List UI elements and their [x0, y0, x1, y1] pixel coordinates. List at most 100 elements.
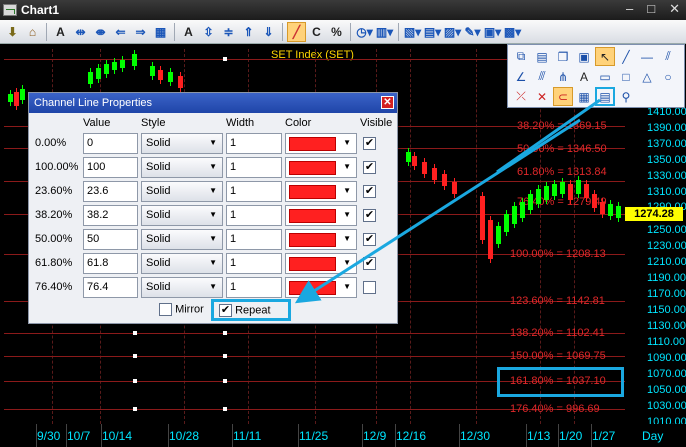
close-button[interactable]: ✕ [669, 1, 680, 17]
line-color-picker[interactable]: ▼ [285, 229, 357, 250]
level-value-input[interactable]: 23.6 [83, 181, 138, 202]
line-width-input[interactable]: 1 [226, 205, 282, 226]
repeat-checkbox[interactable]: ✔ [219, 304, 232, 317]
compress-vertical-icon[interactable]: ≑ [219, 22, 238, 42]
rectangle-icon[interactable]: □ [616, 67, 636, 86]
layout-icon[interactable]: ▤▾ [423, 22, 442, 42]
line-color-picker[interactable]: ▼ [285, 277, 357, 298]
minimize-button[interactable]: – [626, 1, 633, 17]
visible-checkbox[interactable]: ✔ [363, 209, 376, 222]
maximize-button[interactable]: □ [647, 1, 655, 17]
line-style-select[interactable]: Solid ▼ [141, 229, 223, 250]
visible-checkbox[interactable]: ✔ [363, 257, 376, 270]
text-tool-icon[interactable]: A [574, 67, 594, 86]
line-width-input[interactable]: 1 [226, 253, 282, 274]
line-style-select[interactable]: Solid ▼ [141, 157, 223, 178]
magnet-icon[interactable]: ⊂ [553, 87, 573, 106]
chart-type-icon[interactable]: C [307, 22, 326, 42]
line-handle[interactable] [133, 379, 137, 383]
scroll-left-icon[interactable]: ⇐ [111, 22, 130, 42]
draw-line-icon[interactable]: ╱ [287, 21, 306, 42]
line-style-select[interactable]: Solid ▼ [141, 277, 223, 298]
line-width-input[interactable]: 1 [226, 133, 282, 154]
visible-checkbox[interactable]: ✔ [363, 137, 376, 150]
pin-icon[interactable]: ⬇ [3, 22, 22, 42]
font-icon[interactable]: A [51, 22, 70, 42]
angle-line-icon[interactable]: ∠ [511, 67, 531, 86]
line-color-picker[interactable]: ▼ [285, 181, 357, 202]
line-width-input[interactable]: 1 [226, 277, 282, 298]
ellipse-icon[interactable]: ○ [658, 67, 678, 86]
zoom-out-horizontal-icon[interactable]: ⇼ [91, 22, 110, 42]
line-style-select[interactable]: Solid ▼ [141, 205, 223, 226]
level-value-input[interactable]: 76.4 [83, 277, 138, 298]
visible-checkbox[interactable]: ✔ [363, 185, 376, 198]
home-icon[interactable]: ⌂ [23, 22, 42, 42]
triangle-icon[interactable]: △ [637, 67, 657, 86]
line-handle[interactable] [223, 331, 227, 335]
pointer-icon[interactable]: ↖ [595, 47, 615, 66]
repeat-option[interactable]: ✔ Repeat [211, 299, 291, 321]
mirror-checkbox[interactable] [159, 303, 172, 316]
delete-line-icon[interactable]: ⤫ [511, 87, 531, 106]
line-handle[interactable] [223, 354, 227, 358]
line-color-picker[interactable]: ▼ [285, 157, 357, 178]
duplicate-icon[interactable]: ❐ [553, 47, 573, 66]
image-icon[interactable]: ▣ [574, 47, 594, 66]
grid-icon[interactable]: ▦ [151, 22, 170, 42]
horizontal-line-icon[interactable]: ― [637, 47, 657, 66]
line-color-picker[interactable]: ▼ [285, 253, 357, 274]
line-handle[interactable] [223, 379, 227, 383]
level-value-input[interactable]: 100 [83, 157, 138, 178]
callout-icon[interactable]: ▭ [595, 67, 615, 86]
zoom-icon[interactable]: ⚲ [616, 87, 636, 106]
line-handle[interactable] [133, 407, 137, 411]
line-color-picker[interactable]: ▼ [285, 205, 357, 226]
line-tool-icon[interactable]: ╱ [616, 47, 636, 66]
expand-vertical-icon[interactable]: ⇳ [199, 22, 218, 42]
level-value-input[interactable]: 0 [83, 133, 138, 154]
channel-line-icon[interactable]: ⫻ [532, 67, 552, 86]
scroll-down-icon[interactable]: ⇓ [259, 22, 278, 42]
grid-toggle-icon[interactable]: ▦ [574, 87, 594, 106]
paste-icon[interactable]: ▤ [532, 47, 552, 66]
properties-icon[interactable]: ▤ [595, 87, 615, 106]
parallel-line-icon[interactable]: ⫽ [658, 47, 678, 66]
template-icon[interactable]: ▨▾ [443, 22, 462, 42]
level-value-input[interactable]: 38.2 [83, 205, 138, 226]
export-icon[interactable]: ▣▾ [483, 22, 502, 42]
dialog-close-button[interactable]: ✕ [381, 96, 394, 109]
visible-checkbox[interactable] [363, 281, 376, 294]
line-handle[interactable] [133, 331, 137, 335]
delete-all-icon[interactable]: ✕ [532, 87, 552, 106]
visible-checkbox[interactable]: ✔ [363, 233, 376, 246]
mirror-option[interactable]: Mirror [159, 303, 204, 316]
options-icon[interactable]: ▩▾ [503, 22, 522, 42]
drawing-tools-icon[interactable]: ✎▾ [463, 22, 482, 42]
indicator-icon[interactable]: ▥▾ [375, 22, 394, 42]
cursor-tool-icon[interactable]: ◷▾ [355, 22, 374, 42]
pitchfork-icon[interactable]: ⋔ [553, 67, 573, 86]
line-width-input[interactable]: 1 [226, 157, 282, 178]
line-width-input[interactable]: 1 [226, 229, 282, 250]
level-value-input[interactable]: 50 [83, 229, 138, 250]
line-style-select[interactable]: Solid ▼ [141, 181, 223, 202]
scroll-up-icon[interactable]: ⇑ [239, 22, 258, 42]
analysis-icon[interactable]: ▧▾ [403, 22, 422, 42]
percent-scale-button[interactable]: % [327, 22, 346, 42]
level-value-input[interactable]: 61.8 [83, 253, 138, 274]
line-width-input[interactable]: 1 [226, 181, 282, 202]
line-style-select[interactable]: Solid ▼ [141, 253, 223, 274]
line-handle[interactable] [223, 407, 227, 411]
level-row: 50.00% 50 Solid ▼ 1 ▼ ✔ [29, 228, 397, 252]
line-handle[interactable] [223, 57, 227, 61]
visible-checkbox[interactable]: ✔ [363, 161, 376, 174]
period-label[interactable]: Day [642, 429, 663, 443]
line-color-picker[interactable]: ▼ [285, 133, 357, 154]
zoom-in-horizontal-icon[interactable]: ⇹ [71, 22, 90, 42]
line-handle[interactable] [133, 354, 137, 358]
font-size-icon[interactable]: A [179, 22, 198, 42]
scroll-right-icon[interactable]: ⇒ [131, 22, 150, 42]
line-style-select[interactable]: Solid ▼ [141, 133, 223, 154]
copy-icon[interactable]: ⧉ [511, 47, 531, 66]
